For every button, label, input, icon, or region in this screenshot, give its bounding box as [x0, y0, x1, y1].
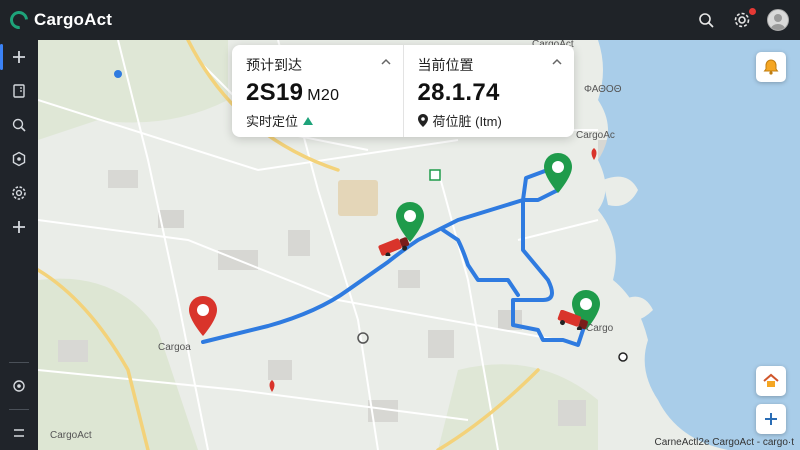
position-sub-label: 荷位脏 (Itm)	[432, 114, 502, 129]
sidebar-item-menu[interactable]	[0, 416, 38, 450]
sidebar-item-settings[interactable]	[0, 176, 38, 210]
shipment-info-card: 预计到达 2S19 M20 实时定位 当前位置 28.1.74 荷位脏 (Itm)	[232, 45, 574, 137]
plus-icon	[765, 413, 777, 425]
map-attribution: CarneActl2e CargoAct - cargo·t	[654, 437, 794, 448]
destination-pin-icon[interactable]	[544, 153, 572, 193]
logo[interactable]: CargoAct	[6, 7, 113, 33]
search-doc-icon	[12, 118, 26, 132]
sidebar-item-add-more[interactable]	[0, 210, 38, 244]
map-label: Cargoa	[158, 342, 191, 353]
sidebar-divider	[9, 362, 29, 363]
logo-icon	[6, 7, 32, 33]
position-subtext: 荷位脏 (Itm)	[417, 111, 561, 130]
map-label: CargoAct	[50, 430, 92, 441]
home-layers-icon	[763, 373, 779, 387]
header-actions	[694, 0, 790, 40]
map-label: Cargo	[586, 323, 614, 334]
sidebar-item-search[interactable]	[0, 108, 38, 142]
location-cube-icon	[12, 151, 26, 167]
truck-icon[interactable]	[556, 310, 590, 330]
sidebar-item-locations[interactable]	[0, 142, 38, 176]
eta-value-text: 2S19	[246, 79, 304, 106]
position-title: 当前位置	[417, 57, 474, 73]
settings-icon	[12, 186, 26, 200]
zoom-in-button[interactable]	[756, 404, 786, 434]
search-button[interactable]	[694, 8, 718, 32]
eta-sub-label: 实时定位	[246, 114, 299, 129]
plus-icon	[13, 221, 25, 233]
user-button[interactable]	[766, 8, 790, 32]
eta-title: 预计到达	[246, 57, 302, 73]
locate-icon	[13, 380, 25, 392]
sidebar-item-add[interactable]	[0, 40, 38, 74]
origin-pin-icon[interactable]	[189, 296, 217, 336]
eta-value: 2S19 M20	[246, 79, 389, 107]
menu-icon	[14, 429, 24, 437]
map-label: CargoAc	[576, 130, 615, 141]
sidebar-item-documents[interactable]	[0, 74, 38, 108]
position-section: 当前位置 28.1.74 荷位脏 (Itm)	[402, 45, 575, 137]
trend-up-icon	[303, 116, 314, 125]
sidebar-divider	[9, 409, 29, 410]
map-label: ΦΑΘΟΘ	[584, 84, 622, 95]
collapse-position-button[interactable]	[550, 55, 564, 69]
truck-icon[interactable]	[377, 236, 411, 256]
app-title: CargoAct	[34, 10, 113, 29]
alerts-button[interactable]	[756, 52, 786, 82]
notification-badge	[749, 8, 756, 15]
eta-subtext: 实时定位	[246, 111, 389, 130]
eta-unit: M20	[307, 87, 340, 104]
search-icon	[699, 13, 714, 28]
eta-section: 预计到达 2S19 M20 实时定位	[232, 45, 403, 137]
plus-icon	[13, 51, 25, 63]
user-avatar-icon	[767, 9, 789, 31]
position-value: 28.1.74	[417, 79, 500, 106]
location-pin-icon	[417, 114, 428, 127]
bell-icon	[763, 59, 779, 75]
app-root: CargoAct CargoAc Cargoa Cargo CargoAct Φ…	[0, 0, 800, 450]
sidebar-item-locate[interactable]	[0, 369, 38, 403]
document-icon	[13, 84, 25, 98]
collapse-eta-button[interactable]	[379, 55, 393, 69]
top-bar: CargoAct	[0, 0, 800, 40]
notification-settings-icon	[734, 12, 750, 28]
sidebar	[0, 40, 38, 450]
layers-button[interactable]	[756, 366, 786, 396]
